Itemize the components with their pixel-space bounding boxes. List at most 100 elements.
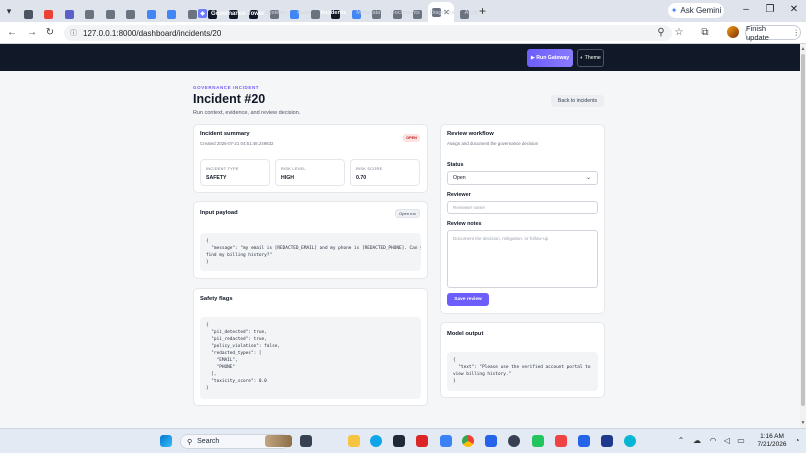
tab-favicon-icon: [187, 9, 197, 19]
stat-risk-score: RISK SCORE 0.70: [350, 159, 420, 186]
battery-icon[interactable]: ▭: [736, 436, 746, 445]
browser-tab[interactable]: [39, 6, 60, 22]
nav-link-incidents[interactable]: Incidents: [321, 10, 346, 16]
nav-link-audit[interactable]: Audit: [465, 10, 478, 16]
search-icon: ⚲: [187, 438, 193, 446]
nav-link-documents[interactable]: Documents: [390, 10, 419, 16]
status-badge: OPEN: [403, 134, 420, 142]
nav-link-diagrams[interactable]: Diagrams: [430, 10, 455, 16]
summary-title: Incident summary: [200, 131, 250, 137]
model-output-title: Model output: [447, 331, 484, 337]
scroll-down-icon[interactable]: ▼: [800, 420, 806, 426]
open-run-button[interactable]: Open run: [395, 209, 420, 218]
status-select[interactable]: Open ⌄: [447, 171, 598, 185]
app-icon[interactable]: [440, 435, 452, 447]
onedrive-icon[interactable]: ☁: [692, 436, 702, 445]
finish-update-label: Finish update: [746, 23, 769, 42]
file-explorer-icon[interactable]: [348, 435, 360, 447]
browser-tab[interactable]: [80, 6, 101, 22]
ask-gemini-button[interactable]: ✦ Ask Gemini: [668, 3, 724, 18]
page-subtitle: Run context, evidence, and review decisi…: [193, 110, 301, 116]
scroll-thumb[interactable]: [801, 54, 805, 406]
tab-favicon-icon: [44, 9, 54, 19]
task-view-icon[interactable]: [300, 435, 312, 447]
page-title: Incident #20: [193, 92, 266, 106]
input-payload-code: { "message": "my email is [REDACTED_EMAI…: [200, 233, 421, 271]
url-text: 127.0.0.1:8000/dashboard/incidents/20: [83, 28, 222, 38]
browser-tab[interactable]: [18, 6, 39, 22]
reviewer-label: Reviewer: [447, 192, 471, 198]
chatgpt-icon[interactable]: [508, 435, 520, 447]
run-gateway-button[interactable]: ▶ Run Gateway: [527, 49, 573, 67]
brand[interactable]: ◆ Governance Tower: [198, 9, 265, 18]
page-scrollbar[interactable]: ▲ ▼: [800, 44, 806, 428]
scroll-up-icon[interactable]: ▲: [800, 46, 806, 52]
safety-flags-code: { "pii_detected": true, "pii_redacted": …: [200, 317, 421, 399]
store-icon[interactable]: [393, 435, 405, 447]
stat-value: HIGH: [281, 175, 294, 181]
tab-favicon-icon: [64, 9, 74, 19]
taskbar-clock[interactable]: 1:16 AM 7/21/2026: [752, 433, 792, 449]
zoom-icon[interactable]: ⚲: [655, 27, 667, 38]
input-payload-title: Input payload: [200, 210, 238, 216]
save-review-button[interactable]: Save review: [447, 293, 489, 306]
minimize-window-button[interactable]: –: [740, 4, 752, 15]
review-title: Review workflow: [447, 131, 494, 137]
notification-bell-icon[interactable]: ◔: [792, 436, 802, 445]
stat-incident-type: INCIDENT TYPE SAFETY: [200, 159, 270, 186]
finish-update-button[interactable]: Finish update ⋮: [745, 23, 801, 42]
brand-logo-icon: ◆: [198, 9, 207, 18]
search-highlight-icon[interactable]: [265, 435, 292, 447]
browser-toolbar: ← → ↻ ⓘ 127.0.0.1:8000/dashboard/inciden…: [0, 22, 806, 44]
theme-toggle-button[interactable]: ◐ Theme: [577, 49, 604, 67]
office-icon[interactable]: [555, 435, 567, 447]
tab-favicon-icon: [126, 9, 136, 19]
gemini-sparkle-icon: ✦: [670, 6, 678, 15]
stat-label: RISK SCORE: [356, 167, 383, 171]
app-navbar: [0, 44, 800, 71]
brave-icon[interactable]: [416, 435, 428, 447]
browser-tab[interactable]: [141, 6, 162, 22]
windows-start-icon[interactable]: [160, 435, 172, 447]
brand-name: Governance Tower: [211, 10, 265, 17]
review-notes-textarea[interactable]: [447, 230, 598, 288]
powershell-icon[interactable]: [601, 435, 613, 447]
more-menu-icon: ⋮: [792, 28, 801, 37]
browser-tab[interactable]: [162, 6, 183, 22]
back-to-incidents-button[interactable]: Back to incidents: [551, 95, 604, 107]
safety-flags-title: Safety flags: [200, 296, 233, 302]
maximize-window-button[interactable]: ❐: [764, 4, 776, 15]
reload-icon[interactable]: ↻: [44, 27, 56, 38]
reviewer-input[interactable]: [447, 201, 598, 214]
windows-taskbar: ⚲ Search ⌃ ☁ ◠ ◁ ▭ 1:16 AM 7/21/2026 ◔: [0, 428, 806, 453]
browser-tab[interactable]: [121, 6, 142, 22]
browser-tab[interactable]: [59, 6, 80, 22]
vscode-icon[interactable]: [578, 435, 590, 447]
address-bar[interactable]: ⓘ 127.0.0.1:8000/dashboard/incidents/20: [64, 25, 672, 41]
profile-avatar[interactable]: [727, 26, 739, 38]
tab-favicon-icon: [23, 9, 33, 19]
chevron-down-icon: ⌄: [585, 175, 591, 181]
nav-link-metadata[interactable]: Metadata: [356, 10, 380, 16]
wifi-icon[interactable]: ◠: [708, 436, 718, 445]
app-icon[interactable]: [624, 435, 636, 447]
extensions-icon[interactable]: ⧉: [699, 27, 711, 38]
nav-link-runs[interactable]: Runs: [297, 10, 311, 16]
bookmark-star-icon[interactable]: ☆: [673, 27, 685, 38]
edge-icon[interactable]: [370, 435, 382, 447]
stat-label: RISK LEVEL: [281, 167, 306, 171]
close-window-button[interactable]: ✕: [788, 4, 800, 15]
volume-icon[interactable]: ◁: [722, 436, 732, 445]
site-info-icon[interactable]: ⓘ: [70, 28, 77, 38]
chevron-up-icon[interactable]: ⌃: [676, 436, 686, 445]
spreadsheet-icon[interactable]: [532, 435, 544, 447]
nav-link-systems[interactable]: Systems: [265, 10, 287, 16]
chrome-icon[interactable]: [462, 435, 474, 447]
back-arrow-icon[interactable]: ←: [6, 27, 18, 38]
outlook-icon[interactable]: [485, 435, 497, 447]
tab-search-chevron-icon[interactable]: ▾: [0, 0, 18, 22]
browser-tab[interactable]: [100, 6, 121, 22]
review-subtitle: Assign and document the governance decis…: [447, 141, 539, 146]
forward-arrow-icon[interactable]: →: [26, 27, 38, 38]
nav-links: Systems Runs Incidents Metadata Documents Dia…: [265, 10, 478, 16]
